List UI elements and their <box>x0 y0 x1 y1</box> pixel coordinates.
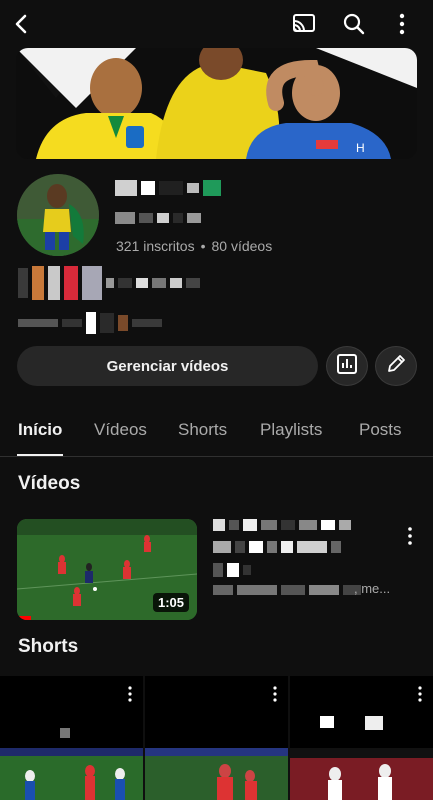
short-card[interactable] <box>145 676 288 800</box>
channel-avatar[interactable] <box>17 174 99 256</box>
arrow-back-icon[interactable] <box>8 10 36 38</box>
short-more-icon[interactable] <box>417 686 423 702</box>
shorts-shelf <box>0 676 433 800</box>
cast-icon[interactable] <box>290 10 318 38</box>
tab-posts[interactable]: Posts <box>359 420 402 440</box>
tab-videos[interactable]: Vídeos <box>94 420 147 440</box>
search-icon[interactable] <box>340 10 368 38</box>
video-title-line3-obscured <box>213 563 251 577</box>
channel-name-obscured <box>115 180 221 196</box>
channel-handle-obscured <box>115 212 201 224</box>
short-card[interactable] <box>0 676 143 800</box>
channel-stats: 321 inscritos • 80 vídeos <box>116 238 272 254</box>
video-more-icon[interactable] <box>404 526 416 546</box>
manage-videos-label: Gerenciar vídeos <box>106 357 229 375</box>
channel-link-obscured <box>18 312 162 334</box>
short-more-icon[interactable] <box>127 686 133 702</box>
videos-section-title: Vídeos <box>18 473 81 494</box>
pencil-icon <box>385 353 407 380</box>
manage-videos-button[interactable]: Gerenciar vídeos <box>17 346 318 386</box>
edit-channel-button[interactable] <box>375 346 417 386</box>
short-more-icon[interactable] <box>272 686 278 702</box>
svg-text:H: H <box>356 141 365 155</box>
video-title-line2-obscured <box>213 541 341 553</box>
analytics-icon <box>336 353 358 380</box>
channel-banner: H <box>16 48 417 159</box>
top-app-bar <box>0 0 433 48</box>
short-card[interactable] <box>290 676 433 800</box>
stats-separator: • <box>200 238 206 254</box>
video-title-obscured <box>213 519 351 531</box>
video-count: 80 vídeos <box>211 238 273 254</box>
video-duration: 1:05 <box>152 593 189 612</box>
shorts-section-title: Shorts <box>18 636 79 657</box>
active-tab-indicator <box>17 454 63 456</box>
video-meta-obscured <box>213 585 361 595</box>
watch-progress-bar <box>17 616 32 620</box>
more-vert-icon[interactable] <box>388 10 416 38</box>
video-meta-suffix: , me... <box>354 581 391 596</box>
video-thumbnail[interactable]: 1:05 <box>17 519 197 620</box>
analytics-button[interactable] <box>326 346 368 386</box>
subscriber-count: 321 inscritos <box>116 238 195 254</box>
tab-inicio[interactable]: Início <box>18 420 62 440</box>
channel-tabs: Início Vídeos Shorts Playlists Posts <box>0 410 433 457</box>
channel-description-obscured <box>18 266 200 300</box>
tab-shorts[interactable]: Shorts <box>178 420 227 440</box>
tab-playlists[interactable]: Playlists <box>260 420 322 440</box>
